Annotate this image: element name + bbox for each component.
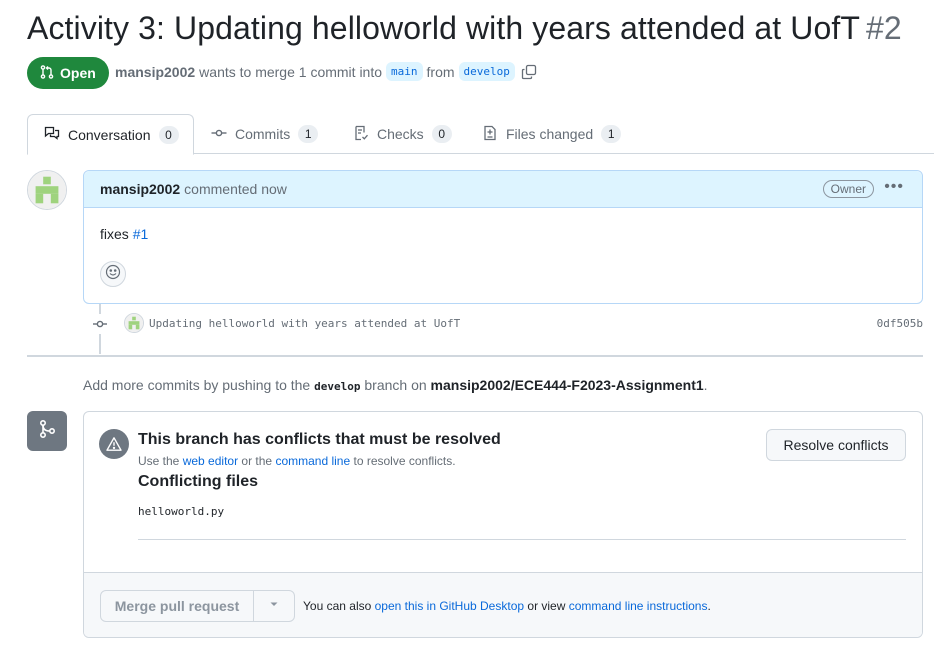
conflict-description: Use the web editor or the command line t… (138, 454, 456, 468)
merge-button-group: Merge pull request (100, 590, 295, 622)
kebab-horizontal-icon[interactable]: ••• (884, 178, 904, 196)
smiley-icon (105, 264, 121, 285)
avatar[interactable] (27, 170, 67, 210)
file-diff-icon (482, 125, 498, 144)
git-commit-icon (90, 314, 110, 334)
comment-text: fixes (100, 226, 129, 242)
triangle-down-icon (268, 597, 280, 615)
comment-discussion-icon (44, 125, 60, 144)
tab-commits-count: 1 (298, 125, 319, 143)
conflict-title: This branch has conflicts that must be r… (138, 431, 501, 448)
pr-meta-text: wants to merge 1 commit into (199, 63, 383, 80)
add-reaction-button[interactable] (100, 261, 126, 287)
git-merge-icon (36, 418, 58, 445)
tab-commits-label: Commits (235, 126, 291, 142)
conflicting-file: helloworld.py (138, 505, 225, 518)
timeline-divider (27, 355, 923, 357)
push-hint-prefix: Add more commits by pushing to the (83, 377, 311, 393)
tab-checks-label: Checks (377, 126, 424, 142)
push-hint-branch: develop (314, 380, 361, 393)
head-branch[interactable]: develop (458, 62, 515, 81)
merge-box: This branch has conflicts that must be r… (83, 411, 923, 638)
conflicting-files-title: Conflicting files (138, 473, 258, 490)
commit-sha-link[interactable]: 0df505b (877, 317, 923, 330)
conflict-desc-1: Use the (138, 454, 180, 468)
git-pull-request-icon (39, 64, 55, 83)
pr-meta-from: from (426, 63, 455, 80)
base-branch[interactable]: main (386, 62, 423, 81)
tab-conversation-label: Conversation (68, 126, 151, 143)
pr-state-badge: Open (27, 57, 109, 89)
files-divider (138, 539, 906, 540)
foot-text-3: . (707, 599, 711, 613)
command-line-link[interactable]: command line (275, 454, 350, 468)
comment-header: mansip2002 commented now Owner ••• (84, 171, 922, 208)
pr-meta: mansip2002 wants to merge 1 commit into … (115, 62, 537, 81)
tab-files-changed-count: 1 (601, 125, 622, 143)
conflict-desc-3: to resolve conflicts. (353, 454, 456, 468)
git-commit-icon (211, 125, 227, 144)
commit-author-avatar[interactable] (124, 313, 144, 333)
checklist-icon (353, 125, 369, 144)
pr-author-link[interactable]: mansip2002 (115, 64, 195, 80)
commit-message-link[interactable]: Updating helloworld with years attended … (149, 317, 460, 330)
owner-badge: Owner (822, 180, 874, 198)
pr-title: Activity 3: Updating helloworld with yea… (27, 10, 902, 47)
web-editor-link[interactable]: web editor (183, 454, 238, 468)
copy-icon[interactable] (521, 64, 537, 80)
merge-footer-text: You can also open this in GitHub Desktop… (303, 599, 711, 613)
comment-timestamp: commented now (184, 181, 287, 197)
alert-icon (99, 429, 129, 459)
tab-files-changed[interactable]: Files changed 1 (466, 114, 637, 154)
tab-conversation-count: 0 (158, 125, 179, 144)
push-hint-suffix: . (703, 377, 708, 393)
issue-link[interactable]: #1 (133, 226, 149, 242)
merge-method-dropdown[interactable] (254, 591, 294, 621)
pr-state-label: Open (60, 65, 96, 81)
push-hint-middle: branch on (364, 377, 427, 393)
push-hint: Add more commits by pushing to the devel… (83, 377, 708, 393)
tab-checks-count: 0 (431, 125, 452, 143)
timeline-commit: Updating helloworld with years attended … (90, 313, 923, 335)
tab-commits[interactable]: Commits 1 (195, 114, 334, 154)
pr-comment: mansip2002 commented now Owner ••• fixes… (83, 170, 923, 304)
command-line-instructions-link[interactable]: command line instructions (569, 599, 708, 613)
merge-footer: Merge pull request You can also open thi… (84, 572, 922, 637)
resolve-conflicts-button[interactable]: Resolve conflicts (766, 429, 906, 461)
open-in-desktop-link[interactable]: open this in GitHub Desktop (375, 599, 524, 613)
pr-tabs: Conversation 0 Commits 1 Checks 0 Files … (27, 114, 934, 155)
tab-conversation[interactable]: Conversation 0 (27, 114, 194, 155)
foot-text-1: You can also (303, 599, 372, 613)
pr-title-text: Activity 3: Updating helloworld with yea… (27, 10, 860, 46)
pr-number: #2 (865, 10, 902, 46)
conflict-desc-2: or the (241, 454, 273, 468)
repo-link[interactable]: mansip2002/ECE444-F2023-Assignment1 (431, 377, 704, 393)
merge-pull-request-button[interactable]: Merge pull request (101, 591, 254, 621)
merge-status-icon-box (27, 411, 67, 451)
tab-checks[interactable]: Checks 0 (337, 114, 468, 154)
comment-body: fixes #1 (84, 208, 922, 242)
foot-text-2: or view (527, 599, 566, 613)
comment-author[interactable]: mansip2002 (100, 181, 180, 197)
tab-files-changed-label: Files changed (506, 126, 594, 142)
